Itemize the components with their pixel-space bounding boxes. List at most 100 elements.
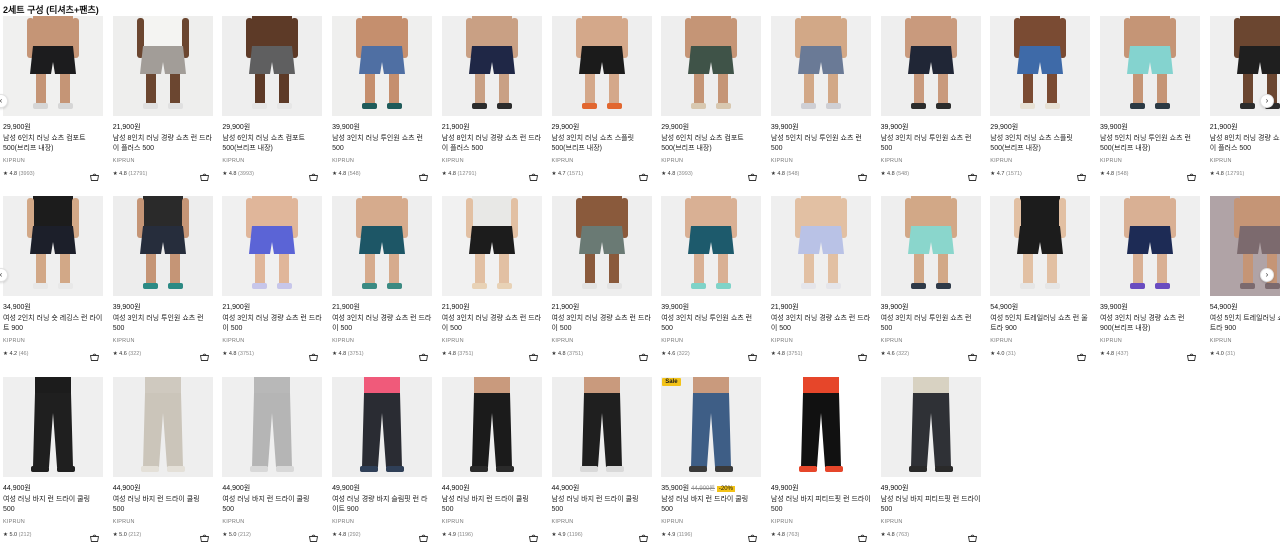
product-image[interactable] <box>441 196 542 296</box>
product-card[interactable]: 49,900원 여성 러닝 경량 바지 슬림핏 런 라이트 900 KIPRUN ★ … <box>332 377 433 552</box>
product-name[interactable]: 여성 5인치 트레일러닝 쇼츠 런 울트라 900 <box>1210 314 1280 334</box>
add-to-cart-icon[interactable] <box>418 530 429 542</box>
add-to-cart-icon[interactable] <box>418 169 429 181</box>
product-card[interactable]: 29,900원 남성 6인치 러닝 쇼츠 컴포트 500(브리프 내장) KIPRU… <box>3 16 103 191</box>
add-to-cart-icon[interactable] <box>638 169 649 181</box>
product-name[interactable]: 여성 3인치 러닝 경량 쇼츠 런 드라이 500 <box>771 314 871 334</box>
product-image[interactable] <box>1100 16 1200 116</box>
add-to-cart-icon[interactable] <box>967 530 978 542</box>
add-to-cart-icon[interactable] <box>1186 349 1197 361</box>
add-to-cart-icon[interactable] <box>528 169 539 181</box>
add-to-cart-icon[interactable] <box>308 530 319 542</box>
product-name[interactable]: 여성 5인치 트레일러닝 쇼츠 런 울트라 900 <box>990 314 1090 334</box>
product-card[interactable]: 21,900원 여성 3인치 러닝 경량 쇼츠 런 드라이 500 KIPRUN ★ … <box>770 196 871 371</box>
product-name[interactable]: 여성 3인치 러닝 경량 쇼츠 런 드라이 500 <box>442 314 542 334</box>
product-name[interactable]: 남성 6인치 러닝 쇼츠 컴포트 500(브리프 내장) <box>222 134 322 154</box>
product-image[interactable]: Sale <box>661 377 762 477</box>
product-card[interactable]: 39,900원 남성 3인치 러닝 투인원 쇼츠 런 500 KIPRUN ★ 4.8… <box>332 16 433 191</box>
product-name[interactable]: 남성 5인치 러닝 투인원 쇼츠 런 500 <box>771 134 871 154</box>
product-image[interactable] <box>990 16 1091 116</box>
product-image[interactable] <box>551 377 652 477</box>
product-card[interactable]: Sale 35,900원 44,900원 -20% 남성 러닝 바지 런 드라이 쿨링 … <box>661 377 762 552</box>
product-name[interactable]: 여성 러닝 경량 바지 슬림핏 런 라이트 900 <box>332 495 432 515</box>
product-name[interactable]: 여성 3인치 러닝 경량 쇼츠 런 드라이 500 <box>332 314 432 334</box>
product-card[interactable]: 44,900원 여성 러닝 바지 런 드라이 쿨링 500 KIPRUN ★ 5.0 … <box>112 377 213 552</box>
product-card[interactable]: 49,900원 남성 러닝 바지 피티드핏 런 드라이 500 KIPRUN ★ 4.… <box>770 377 871 552</box>
add-to-cart-icon[interactable] <box>528 530 539 542</box>
add-to-cart-icon[interactable] <box>89 169 100 181</box>
product-name[interactable]: 여성 3인치 러닝 경량 쇼츠 런 드라이 500 <box>552 314 652 334</box>
product-name[interactable]: 남성 러닝 바지 런 드라이 쿨링 500 <box>661 495 761 515</box>
product-card[interactable]: 21,900원남성 8인치 러닝 경량 쇼츠 런 드라이 플러스 500 KIPR… <box>112 16 213 191</box>
product-card[interactable]: 29,900원 남성 3인치 러닝 쇼츠 스플릿 500(브리프 내장) KIPRU… <box>551 16 652 191</box>
product-card[interactable]: 44,900원 여성 러닝 바지 런 드라이 쿨링 500 KIPRUN ★ 5.0 … <box>222 377 323 552</box>
add-to-cart-icon[interactable] <box>857 169 868 181</box>
add-to-cart-icon[interactable] <box>89 349 100 361</box>
product-name[interactable]: 남성 6인치 러닝 쇼츠 컴포트 500(브리프 내장) <box>661 134 761 154</box>
product-card[interactable]: 44,900원 여성 러닝 바지 런 드라이 쿨링 500 KIPRUN ★ 5.0 … <box>3 377 103 552</box>
product-name[interactable]: 남성 러닝 바지 피티드핏 런 드라이 500 <box>771 495 871 515</box>
product-name[interactable]: 남성 6인치 러닝 쇼츠 컴포트 500(브리프 내장) <box>3 134 103 154</box>
product-card[interactable]: 29,900원 남성 6인치 러닝 쇼츠 컴포트 500(브리프 내장) KIPRU… <box>222 16 323 191</box>
product-name[interactable]: 남성 8인치 러닝 경량 쇼츠 런 드라이 플러스 500 <box>113 134 213 154</box>
product-card[interactable]: 39,900원 여성 3인치 러닝 투인원 쇼츠 런 500 KIPRUN ★ 4.6… <box>661 196 762 371</box>
product-name[interactable]: 여성 3인치 러닝 경량 쇼츠 런 900(브리프 내장) <box>1100 314 1200 334</box>
product-image[interactable] <box>332 16 433 116</box>
product-name[interactable]: 여성 3인치 러닝 투인원 쇼츠 런 500 <box>113 314 213 334</box>
product-image[interactable] <box>551 196 652 296</box>
product-name[interactable]: 남성 3인치 러닝 투인원 쇼츠 런 500 <box>881 134 981 154</box>
product-card[interactable]: 39,900원 남성 3인치 러닝 투인원 쇼츠 런 500 KIPRUN ★ 4.8… <box>880 16 981 191</box>
product-card[interactable]: 29,900원 남성 6인치 러닝 쇼츠 컴포트 500(브리프 내장) KIPRU… <box>661 16 762 191</box>
add-to-cart-icon[interactable] <box>967 349 978 361</box>
product-image[interactable] <box>880 377 981 477</box>
add-to-cart-icon[interactable] <box>967 169 978 181</box>
product-image[interactable] <box>1100 196 1200 296</box>
add-to-cart-icon[interactable] <box>528 349 539 361</box>
product-card[interactable]: 39,900원 여성 3인치 러닝 투인원 쇼츠 런 500 KIPRUN ★ 4.6… <box>880 196 981 371</box>
product-name[interactable]: 남성 3인치 러닝 쇼츠 스플릿 500(브리프 내장) <box>990 134 1090 154</box>
product-card[interactable]: 44,900원 남성 러닝 바지 런 드라이 쿨링 500 KIPRUN ★ 4.9 … <box>441 377 542 552</box>
product-image[interactable] <box>770 16 871 116</box>
carousel-next-button-row2[interactable]: › <box>1260 268 1274 282</box>
add-to-cart-icon[interactable] <box>1076 169 1087 181</box>
product-image[interactable] <box>3 377 103 477</box>
add-to-cart-icon[interactable] <box>638 349 649 361</box>
product-name[interactable]: 남성 3인치 러닝 쇼츠 스플릿 500(브리프 내장) <box>552 134 652 154</box>
product-image[interactable] <box>222 196 323 296</box>
product-image[interactable] <box>880 16 981 116</box>
product-image[interactable] <box>770 196 871 296</box>
add-to-cart-icon[interactable] <box>1186 169 1197 181</box>
product-image[interactable] <box>222 377 323 477</box>
product-name[interactable]: 여성 3인치 러닝 투인원 쇼츠 런 500 <box>881 314 981 334</box>
product-image[interactable] <box>551 16 652 116</box>
product-image[interactable] <box>661 16 762 116</box>
product-image[interactable] <box>332 196 433 296</box>
carousel-next-button-row1[interactable]: › <box>1260 94 1274 108</box>
add-to-cart-icon[interactable] <box>747 349 758 361</box>
product-name[interactable]: 남성 러닝 바지 런 드라이 쿨링 500 <box>442 495 542 515</box>
add-to-cart-icon[interactable] <box>89 530 100 542</box>
product-image[interactable] <box>441 16 542 116</box>
product-card[interactable]: 21,900원 여성 3인치 러닝 경량 쇼츠 런 드라이 500 KIPRUN ★ … <box>441 196 542 371</box>
product-name[interactable]: 여성 2인치 러닝 숏 레깅스 런 라이트 900 <box>3 314 103 334</box>
product-name[interactable]: 여성 3인치 러닝 투인원 쇼츠 런 500 <box>661 314 761 334</box>
product-name[interactable]: 여성 러닝 바지 런 드라이 쿨링 500 <box>222 495 322 515</box>
product-card[interactable]: 39,900원 여성 3인치 러닝 경량 쇼츠 런 900(브리프 내장) KIPR… <box>1100 196 1200 371</box>
add-to-cart-icon[interactable] <box>1076 349 1087 361</box>
add-to-cart-icon[interactable] <box>857 349 868 361</box>
product-name[interactable]: 남성 러닝 바지 피티드핏 런 드라이 500 <box>881 495 981 515</box>
product-name[interactable]: 남성 5인치 러닝 투인원 쇼츠 런 500(브리프 내장) <box>1100 134 1200 154</box>
product-card[interactable]: 44,900원 남성 러닝 바지 런 드라이 쿨링 500 KIPRUN ★ 4.9 … <box>551 377 652 552</box>
add-to-cart-icon[interactable] <box>747 530 758 542</box>
product-card[interactable]: 21,900원 여성 3인치 러닝 경량 쇼츠 런 드라이 500 KIPRUN ★ … <box>332 196 433 371</box>
product-image[interactable] <box>990 196 1091 296</box>
add-to-cart-icon[interactable] <box>308 349 319 361</box>
product-image[interactable] <box>880 196 981 296</box>
product-card[interactable]: 39,900원 남성 5인치 러닝 투인원 쇼츠 런 500 KIPRUN ★ 4.8… <box>770 16 871 191</box>
product-card[interactable]: 21,900원남성 8인치 러닝 경량 쇼츠 런 드라이 플러스 500 KIPR… <box>441 16 542 191</box>
add-to-cart-icon[interactable] <box>418 349 429 361</box>
add-to-cart-icon[interactable] <box>199 169 210 181</box>
product-image[interactable] <box>770 377 871 477</box>
product-image[interactable] <box>112 16 213 116</box>
product-image[interactable] <box>441 377 542 477</box>
